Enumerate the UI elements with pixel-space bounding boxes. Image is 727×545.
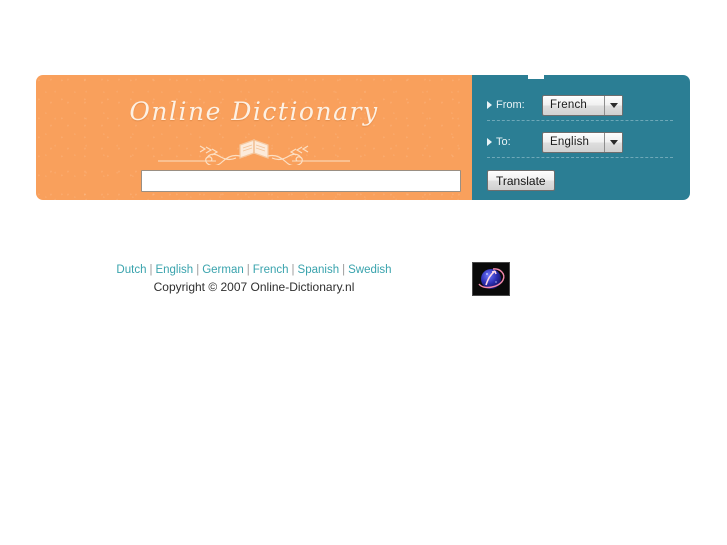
footer: Dutch | English | German | French | Spanish | Swed… [36, 262, 472, 296]
language-link-dutch[interactable]: Dutch [116, 264, 146, 276]
to-label: To: [496, 136, 511, 148]
link-separator: | [246, 264, 250, 276]
from-language-select[interactable]: French [542, 94, 623, 116]
banner-branding-panel: Online Dictionary [36, 75, 472, 200]
panel-notch [528, 75, 544, 79]
to-language-select[interactable]: English [542, 131, 623, 153]
chevron-down-icon[interactable] [604, 132, 622, 152]
to-language-value: English [550, 136, 590, 148]
page-root: Online Dictionary From: French To: Engli… [0, 0, 727, 545]
from-label: From: [496, 99, 525, 111]
search-input[interactable] [141, 170, 461, 192]
link-separator: | [342, 264, 346, 276]
separator-1 [487, 120, 673, 121]
language-link-german[interactable]: German [202, 264, 244, 276]
language-links: Dutch | English | German | French | Spanish | Swed… [36, 262, 472, 278]
translation-controls-panel: From: French To: English Translate [472, 75, 690, 200]
language-link-spanish[interactable]: Spanish [298, 264, 340, 276]
triangle-right-icon [487, 101, 492, 109]
from-language-row: From: French [487, 94, 623, 116]
copyright-text: Copyright © 2007 Online-Dictionary.nl [153, 280, 355, 294]
from-language-value: French [550, 99, 587, 111]
separator-2 [487, 157, 673, 158]
translate-button[interactable]: Translate [487, 170, 555, 191]
language-link-english[interactable]: English [155, 264, 193, 276]
link-separator: | [196, 264, 200, 276]
link-separator: | [291, 264, 295, 276]
triangle-right-icon [487, 138, 492, 146]
planet-orbit-logo-icon [472, 262, 510, 296]
language-link-french[interactable]: French [253, 264, 289, 276]
language-link-swedish[interactable]: Swedish [348, 264, 391, 276]
chevron-down-icon[interactable] [604, 95, 622, 115]
header-banner: Online Dictionary From: French To: Engli… [36, 75, 690, 200]
page-title: Online Dictionary [129, 97, 379, 126]
search-field-wrapper [141, 170, 461, 192]
open-book-flourish-ornament-icon [144, 127, 364, 167]
to-language-row: To: English [487, 131, 623, 153]
